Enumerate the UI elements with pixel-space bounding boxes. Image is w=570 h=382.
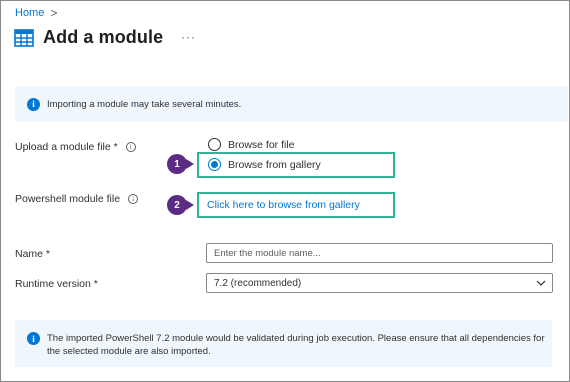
info-banner-text: Importing a module may take several minu… bbox=[47, 98, 242, 110]
browse-gallery-link[interactable]: Click here to browse from gallery bbox=[207, 199, 360, 211]
validation-banner: i The imported PowerShell 7.2 module wou… bbox=[15, 320, 552, 367]
info-banner: i Importing a module may take several mi… bbox=[15, 86, 568, 122]
step-badge-2: 2 bbox=[167, 195, 187, 215]
runtime-version-value: 7.2 (recommended) bbox=[214, 277, 302, 289]
radio-browse-file[interactable]: Browse for file bbox=[208, 138, 295, 151]
runtime-version-select[interactable]: 7.2 (recommended) bbox=[206, 273, 553, 293]
runtime-label-text: Runtime version * bbox=[15, 278, 98, 290]
page-title: Add a module bbox=[43, 27, 164, 47]
powershell-label: Powershell module file i bbox=[15, 193, 139, 205]
runtime-label: Runtime version * bbox=[15, 278, 98, 290]
chevron-down-icon bbox=[536, 280, 546, 286]
info-icon: i bbox=[27, 332, 40, 345]
upload-label: Upload a module file * i bbox=[15, 141, 136, 153]
module-grid-icon bbox=[14, 28, 34, 47]
powershell-label-text: Powershell module file bbox=[15, 193, 121, 205]
radio-label: Browse for file bbox=[228, 138, 295, 151]
breadcrumb-home-link[interactable]: Home bbox=[15, 7, 44, 19]
step-arrow-2 bbox=[186, 200, 194, 210]
breadcrumb-separator: > bbox=[50, 6, 58, 20]
more-options-icon[interactable]: ··· bbox=[181, 30, 196, 44]
step-badge-1: 1 bbox=[167, 154, 187, 174]
module-name-input[interactable] bbox=[206, 243, 553, 263]
name-label: Name * bbox=[15, 248, 50, 260]
info-icon: i bbox=[27, 97, 40, 111]
radio-browse-gallery[interactable]: Browse from gallery bbox=[208, 158, 321, 171]
breadcrumb: Home > bbox=[15, 6, 57, 20]
powershell-info-icon[interactable]: i bbox=[128, 194, 139, 204]
upload-label-text: Upload a module file * bbox=[15, 141, 118, 153]
name-label-text: Name * bbox=[15, 248, 51, 260]
radio-button[interactable] bbox=[208, 138, 221, 151]
radio-button-selected[interactable] bbox=[208, 158, 221, 171]
step-arrow-1 bbox=[186, 159, 194, 169]
radio-dot bbox=[211, 161, 218, 168]
radio-label: Browse from gallery bbox=[228, 158, 321, 171]
title-row: Add a module bbox=[14, 27, 163, 48]
validation-banner-text: The imported PowerShell 7.2 module would… bbox=[47, 333, 545, 357]
upload-info-icon[interactable]: i bbox=[125, 142, 136, 152]
